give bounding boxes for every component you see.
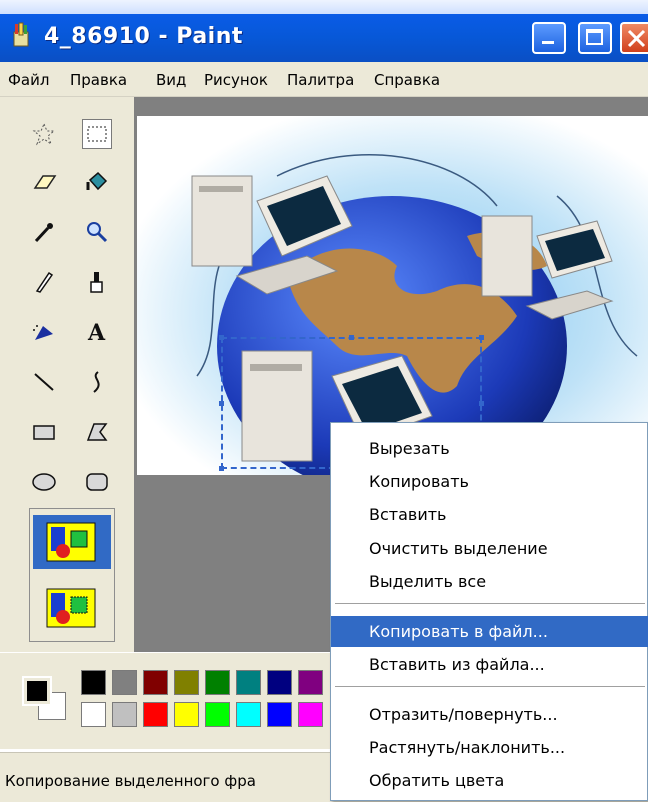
menu-item-copy-to-file[interactable]: Копировать в файл... [331, 616, 648, 647]
text-tool[interactable]: A [82, 317, 112, 347]
context-menu: Вырезать Копировать Вставить Очистить вы… [330, 422, 648, 801]
eyedropper-icon [34, 223, 53, 243]
menu-item-cut[interactable]: Вырезать [331, 433, 648, 464]
rectangle-tool[interactable] [29, 417, 59, 447]
palette-swatch[interactable] [298, 670, 323, 695]
paint-app-icon [13, 22, 29, 47]
line-tool[interactable] [29, 367, 59, 397]
transparent-option[interactable] [33, 581, 111, 635]
palette-swatch[interactable] [174, 670, 199, 695]
palette-swatch[interactable] [236, 702, 261, 727]
brush-icon [90, 272, 103, 293]
close-icon [627, 29, 646, 48]
eraser-icon [33, 175, 57, 189]
selection-handle[interactable] [219, 335, 224, 340]
rectangle-icon [33, 425, 55, 440]
menu-item-select-all[interactable]: Выделить все [331, 566, 648, 597]
menu-item-paste[interactable]: Вставить [331, 499, 648, 530]
rect-select-icon [87, 126, 107, 142]
rounded-rect-icon [86, 473, 108, 491]
status-text: Копирование выделенного фра [5, 772, 256, 790]
polygon-icon [86, 423, 108, 441]
palette-swatch[interactable] [112, 702, 137, 727]
magnifier-icon [87, 222, 108, 243]
menu-palette[interactable]: Палитра [287, 71, 354, 89]
selection-handle[interactable] [479, 401, 484, 406]
opaque-selection-icon [46, 522, 96, 562]
maximize-icon [586, 29, 603, 45]
selection-handle[interactable] [219, 401, 224, 406]
maximize-button[interactable] [578, 22, 612, 54]
menu-file[interactable]: Файл [8, 71, 49, 89]
palette-swatch[interactable] [205, 670, 230, 695]
palette-swatch[interactable] [205, 702, 230, 727]
palette-swatch[interactable] [81, 670, 106, 695]
menu-item-copy[interactable]: Копировать [331, 466, 648, 497]
menu-item-invert-colors[interactable]: Обратить цвета [331, 765, 648, 796]
title-top-strip [0, 0, 648, 14]
transparent-selection-icon [46, 588, 96, 628]
menu-edit[interactable]: Правка [70, 71, 127, 89]
menu-item-clear-selection[interactable]: Очистить выделение [331, 533, 648, 564]
menu-help[interactable]: Справка [374, 71, 440, 89]
palette-swatch[interactable] [143, 670, 168, 695]
minimize-icon [542, 41, 554, 44]
text-icon: A [87, 320, 106, 344]
menu-separator [335, 603, 645, 604]
toolbox: A [0, 97, 134, 652]
tool-options-panel [29, 508, 115, 642]
ellipse-tool[interactable] [29, 467, 59, 497]
selection-handle[interactable] [349, 335, 354, 340]
polygon-tool[interactable] [82, 417, 112, 447]
palette-swatch[interactable] [267, 702, 292, 727]
selection-handle[interactable] [479, 335, 484, 340]
foreground-frame [22, 676, 52, 706]
menu-item-paste-from-file[interactable]: Вставить из файла... [331, 649, 648, 680]
rect-select-tool[interactable] [82, 119, 112, 149]
palette-swatch[interactable] [236, 670, 261, 695]
menu-separator [335, 686, 645, 687]
airbrush-tool[interactable] [29, 317, 59, 347]
magnifier-tool[interactable] [82, 217, 112, 247]
rounded-rect-tool[interactable] [82, 467, 112, 497]
menu-image[interactable]: Рисунок [204, 71, 268, 89]
pencil-tool[interactable] [29, 267, 59, 297]
menu-item-stretch-skew[interactable]: Растянуть/наклонить... [331, 732, 648, 763]
palette-swatch[interactable] [81, 702, 106, 727]
free-select-tool[interactable] [29, 119, 59, 149]
ellipse-icon [32, 473, 56, 491]
palette-swatch[interactable] [298, 702, 323, 727]
foreground-color[interactable] [27, 681, 47, 701]
svg-text:A: A [87, 320, 106, 344]
fill-icon [86, 171, 108, 191]
close-button[interactable] [620, 22, 648, 54]
curve-tool[interactable] [82, 367, 112, 397]
airbrush-icon [33, 325, 53, 340]
menu-item-flip-rotate[interactable]: Отразить/повернуть... [331, 699, 648, 730]
selection-handle[interactable] [219, 466, 224, 471]
title-bar[interactable]: 4_86910 - Paint [0, 0, 648, 62]
fill-tool[interactable] [82, 167, 112, 197]
minimize-button[interactable] [532, 22, 566, 54]
eyedropper-tool[interactable] [29, 217, 59, 247]
menu-view[interactable]: Вид [156, 71, 186, 89]
brush-tool[interactable] [82, 267, 112, 297]
current-colors[interactable] [18, 672, 68, 722]
pencil-icon [35, 271, 54, 293]
palette-swatch[interactable] [174, 702, 199, 727]
opaque-option[interactable] [33, 515, 111, 569]
menu-bar: Файл Правка Вид Рисунок Палитра Справка [0, 62, 648, 97]
palette-swatch[interactable] [112, 670, 137, 695]
curve-icon [93, 371, 100, 393]
line-icon [34, 373, 54, 391]
window-title: 4_86910 - Paint [44, 24, 243, 49]
palette-swatch[interactable] [143, 702, 168, 727]
palette-swatch[interactable] [267, 670, 292, 695]
eraser-tool[interactable] [29, 167, 59, 197]
free-select-icon [32, 122, 56, 146]
